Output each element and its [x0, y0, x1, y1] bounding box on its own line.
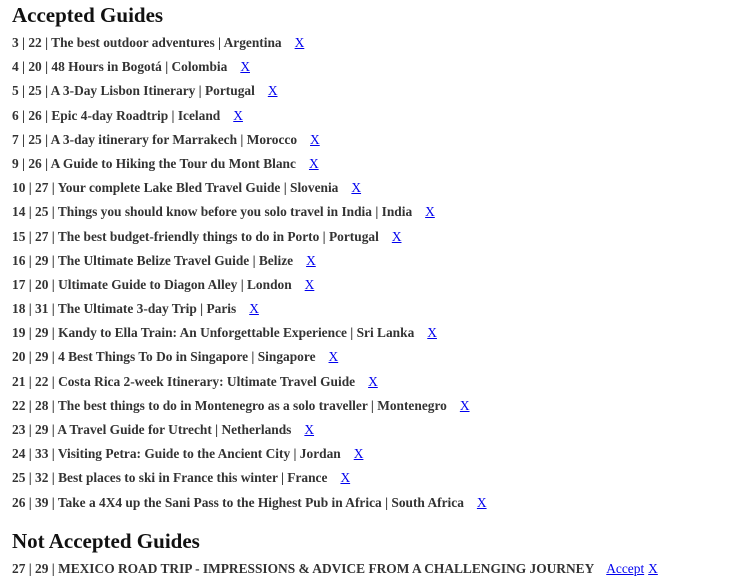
guide-title: 7 | 25 | A 3-day itinerary for Marrakech…: [12, 131, 298, 147]
guide-title: 27 | 29 | MEXICO ROAD TRIP - IMPRESSIONS…: [12, 560, 595, 576]
accepted-guide-item: 26 | 39 | Take a 4X4 up the Sani Pass to…: [12, 491, 732, 515]
accepted-guide-item: 22 | 28 | The best things to do in Monte…: [12, 394, 732, 418]
guides-page: Accepted Guides 3 | 22 | The best outdoo…: [12, 0, 732, 581]
guide-title: 25 | 32 | Best places to ski in France t…: [12, 470, 328, 486]
accepted-guide-item: 24 | 33 | Visiting Petra: Guide to the A…: [12, 442, 732, 466]
accepted-guide-item: 5 | 25 | A 3-Day Lisbon Itinerary | Port…: [12, 79, 732, 103]
guide-title: 3 | 22 | The best outdoor adventures | A…: [12, 35, 282, 50]
remove-guide-link[interactable]: X: [295, 35, 305, 50]
accepted-guide-item: 19 | 29 | Kandy to Ella Train: An Unforg…: [12, 321, 732, 345]
remove-guide-link[interactable]: X: [249, 301, 259, 316]
accepted-guide-item: 4 | 20 | 48 Hours in Bogotá | Colombia X: [12, 55, 732, 79]
accepted-guide-item: 20 | 29 | 4 Best Things To Do in Singapo…: [12, 345, 732, 369]
accepted-guide-item: 9 | 26 | A Guide to Hiking the Tour du M…: [12, 152, 732, 176]
remove-guide-link[interactable]: X: [368, 374, 378, 389]
accepted-guide-item: 6 | 26 | Epic 4-day Roadtrip | Iceland X: [12, 104, 732, 128]
remove-guide-link[interactable]: X: [305, 277, 315, 292]
remove-guide-link[interactable]: X: [268, 83, 278, 98]
remove-guide-link[interactable]: X: [648, 561, 658, 576]
guide-title: 24 | 33 | Visiting Petra: Guide to the A…: [12, 446, 341, 462]
remove-guide-link[interactable]: X: [477, 495, 487, 510]
guide-title: 16 | 29 | The Ultimate Belize Travel Gui…: [12, 252, 294, 268]
accept-guide-link[interactable]: Accept: [606, 561, 644, 576]
accepted-guide-item: 7 | 25 | A 3-day itinerary for Marrakech…: [12, 128, 732, 152]
accepted-guide-item: 25 | 32 | Best places to ski in France t…: [12, 466, 732, 490]
not-accepted-guide-item: 27 | 29 | MEXICO ROAD TRIP - IMPRESSIONS…: [12, 557, 732, 581]
guide-title: 10 | 27 | Your complete Lake Bled Travel…: [12, 180, 339, 196]
accepted-guide-item: 17 | 20 | Ultimate Guide to Diagon Alley…: [12, 273, 732, 297]
remove-guide-link[interactable]: X: [304, 422, 314, 437]
guide-title: 21 | 22 | Costa Rica 2-week Itinerary: U…: [12, 373, 356, 389]
remove-guide-link[interactable]: X: [233, 108, 243, 123]
remove-guide-link[interactable]: X: [240, 59, 250, 74]
remove-guide-link[interactable]: X: [329, 349, 339, 364]
accepted-guide-item: 16 | 29 | The Ultimate Belize Travel Gui…: [12, 249, 732, 273]
remove-guide-link[interactable]: X: [427, 325, 437, 340]
guide-title: 18 | 31 | The Ultimate 3-day Trip | Pari…: [12, 301, 237, 317]
guide-title: 6 | 26 | Epic 4-day Roadtrip | Iceland: [12, 107, 221, 123]
guide-title: 22 | 28 | The best things to do in Monte…: [12, 397, 447, 413]
guide-title: 14 | 25 | Things you should know before …: [12, 204, 413, 220]
remove-guide-link[interactable]: X: [310, 132, 320, 147]
remove-guide-link[interactable]: X: [306, 253, 316, 268]
remove-guide-link[interactable]: X: [354, 446, 364, 461]
guide-title: 4 | 20 | 48 Hours in Bogotá | Colombia: [12, 59, 228, 75]
accepted-guides-heading: Accepted Guides: [12, 3, 164, 27]
guide-title: 19 | 29 | Kandy to Ella Train: An Unforg…: [12, 325, 415, 341]
accepted-guide-item: 14 | 25 | Things you should know before …: [12, 200, 732, 224]
accepted-guide-item: 21 | 22 | Costa Rica 2-week Itinerary: U…: [12, 370, 732, 394]
remove-guide-link[interactable]: X: [309, 156, 319, 171]
not-accepted-guides-list: 27 | 29 | MEXICO ROAD TRIP - IMPRESSIONS…: [12, 557, 732, 581]
remove-guide-link[interactable]: X: [392, 229, 402, 244]
guide-title: 15 | 27 | The best budget-friendly thing…: [12, 228, 379, 244]
remove-guide-link[interactable]: X: [460, 398, 470, 413]
guide-title: 26 | 39 | Take a 4X4 up the Sani Pass to…: [12, 494, 464, 510]
remove-guide-link[interactable]: X: [425, 204, 435, 219]
guide-title: 9 | 26 | A Guide to Hiking the Tour du M…: [12, 155, 296, 171]
accepted-guide-item: 3 | 22 | The best outdoor adventures | A…: [12, 31, 732, 55]
guide-title: 5 | 25 | A 3-Day Lisbon Itinerary | Port…: [12, 83, 255, 99]
guide-title: 17 | 20 | Ultimate Guide to Diagon Alley…: [12, 276, 292, 292]
remove-guide-link[interactable]: X: [340, 470, 350, 485]
accepted-guides-list: 3 | 22 | The best outdoor adventures | A…: [12, 31, 732, 515]
accepted-guide-item: 23 | 29 | A Travel Guide for Utrecht | N…: [12, 418, 732, 442]
remove-guide-link[interactable]: X: [351, 180, 361, 195]
not-accepted-guides-heading: Not Accepted Guides: [12, 528, 200, 553]
guide-title: 23 | 29 | A Travel Guide for Utrecht | N…: [12, 422, 292, 437]
guide-title: 20 | 29 | 4 Best Things To Do in Singapo…: [12, 349, 316, 365]
accepted-guide-item: 10 | 27 | Your complete Lake Bled Travel…: [12, 176, 732, 200]
accepted-guide-item: 15 | 27 | The best budget-friendly thing…: [12, 225, 732, 249]
accepted-guide-item: 18 | 31 | The Ultimate 3-day Trip | Pari…: [12, 297, 732, 321]
